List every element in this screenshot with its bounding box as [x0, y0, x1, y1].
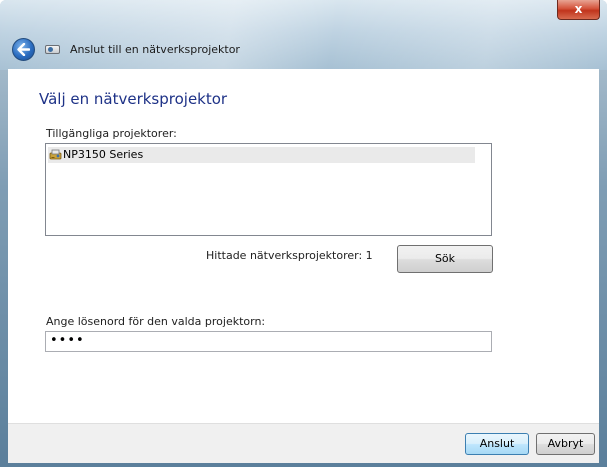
password-field[interactable]: ••••	[45, 331, 492, 352]
found-count-text: Hittade nätverksprojektorer: 1	[206, 249, 373, 262]
projector-wizard-icon	[45, 45, 60, 54]
page-heading: Välj en nätverksprojektor	[39, 90, 228, 108]
projector-name: NP3150 Series	[63, 148, 144, 161]
password-label: Ange lösenord för den valda projektorn:	[46, 315, 266, 328]
content-area	[8, 69, 599, 423]
back-button[interactable]	[12, 38, 35, 61]
title-bar	[0, 0, 607, 70]
connect-button[interactable]: Anslut	[465, 433, 529, 455]
window-title: Anslut till en nätverksprojektor	[70, 43, 240, 56]
projector-lock-icon	[49, 149, 62, 160]
list-item-projector[interactable]: NP3150 Series	[48, 147, 475, 163]
cancel-button[interactable]: Avbryt	[536, 433, 595, 455]
projector-list[interactable]: NP3150 Series	[45, 143, 492, 236]
search-button[interactable]: Sök	[397, 245, 493, 273]
wizard-window: x Anslut till en nätverksprojektor Välj …	[0, 0, 607, 467]
close-button[interactable]: x	[557, 0, 600, 20]
available-projectors-label: Tillgängliga projektorer:	[46, 127, 177, 140]
back-arrow-icon	[17, 43, 30, 56]
close-icon: x	[574, 2, 583, 16]
